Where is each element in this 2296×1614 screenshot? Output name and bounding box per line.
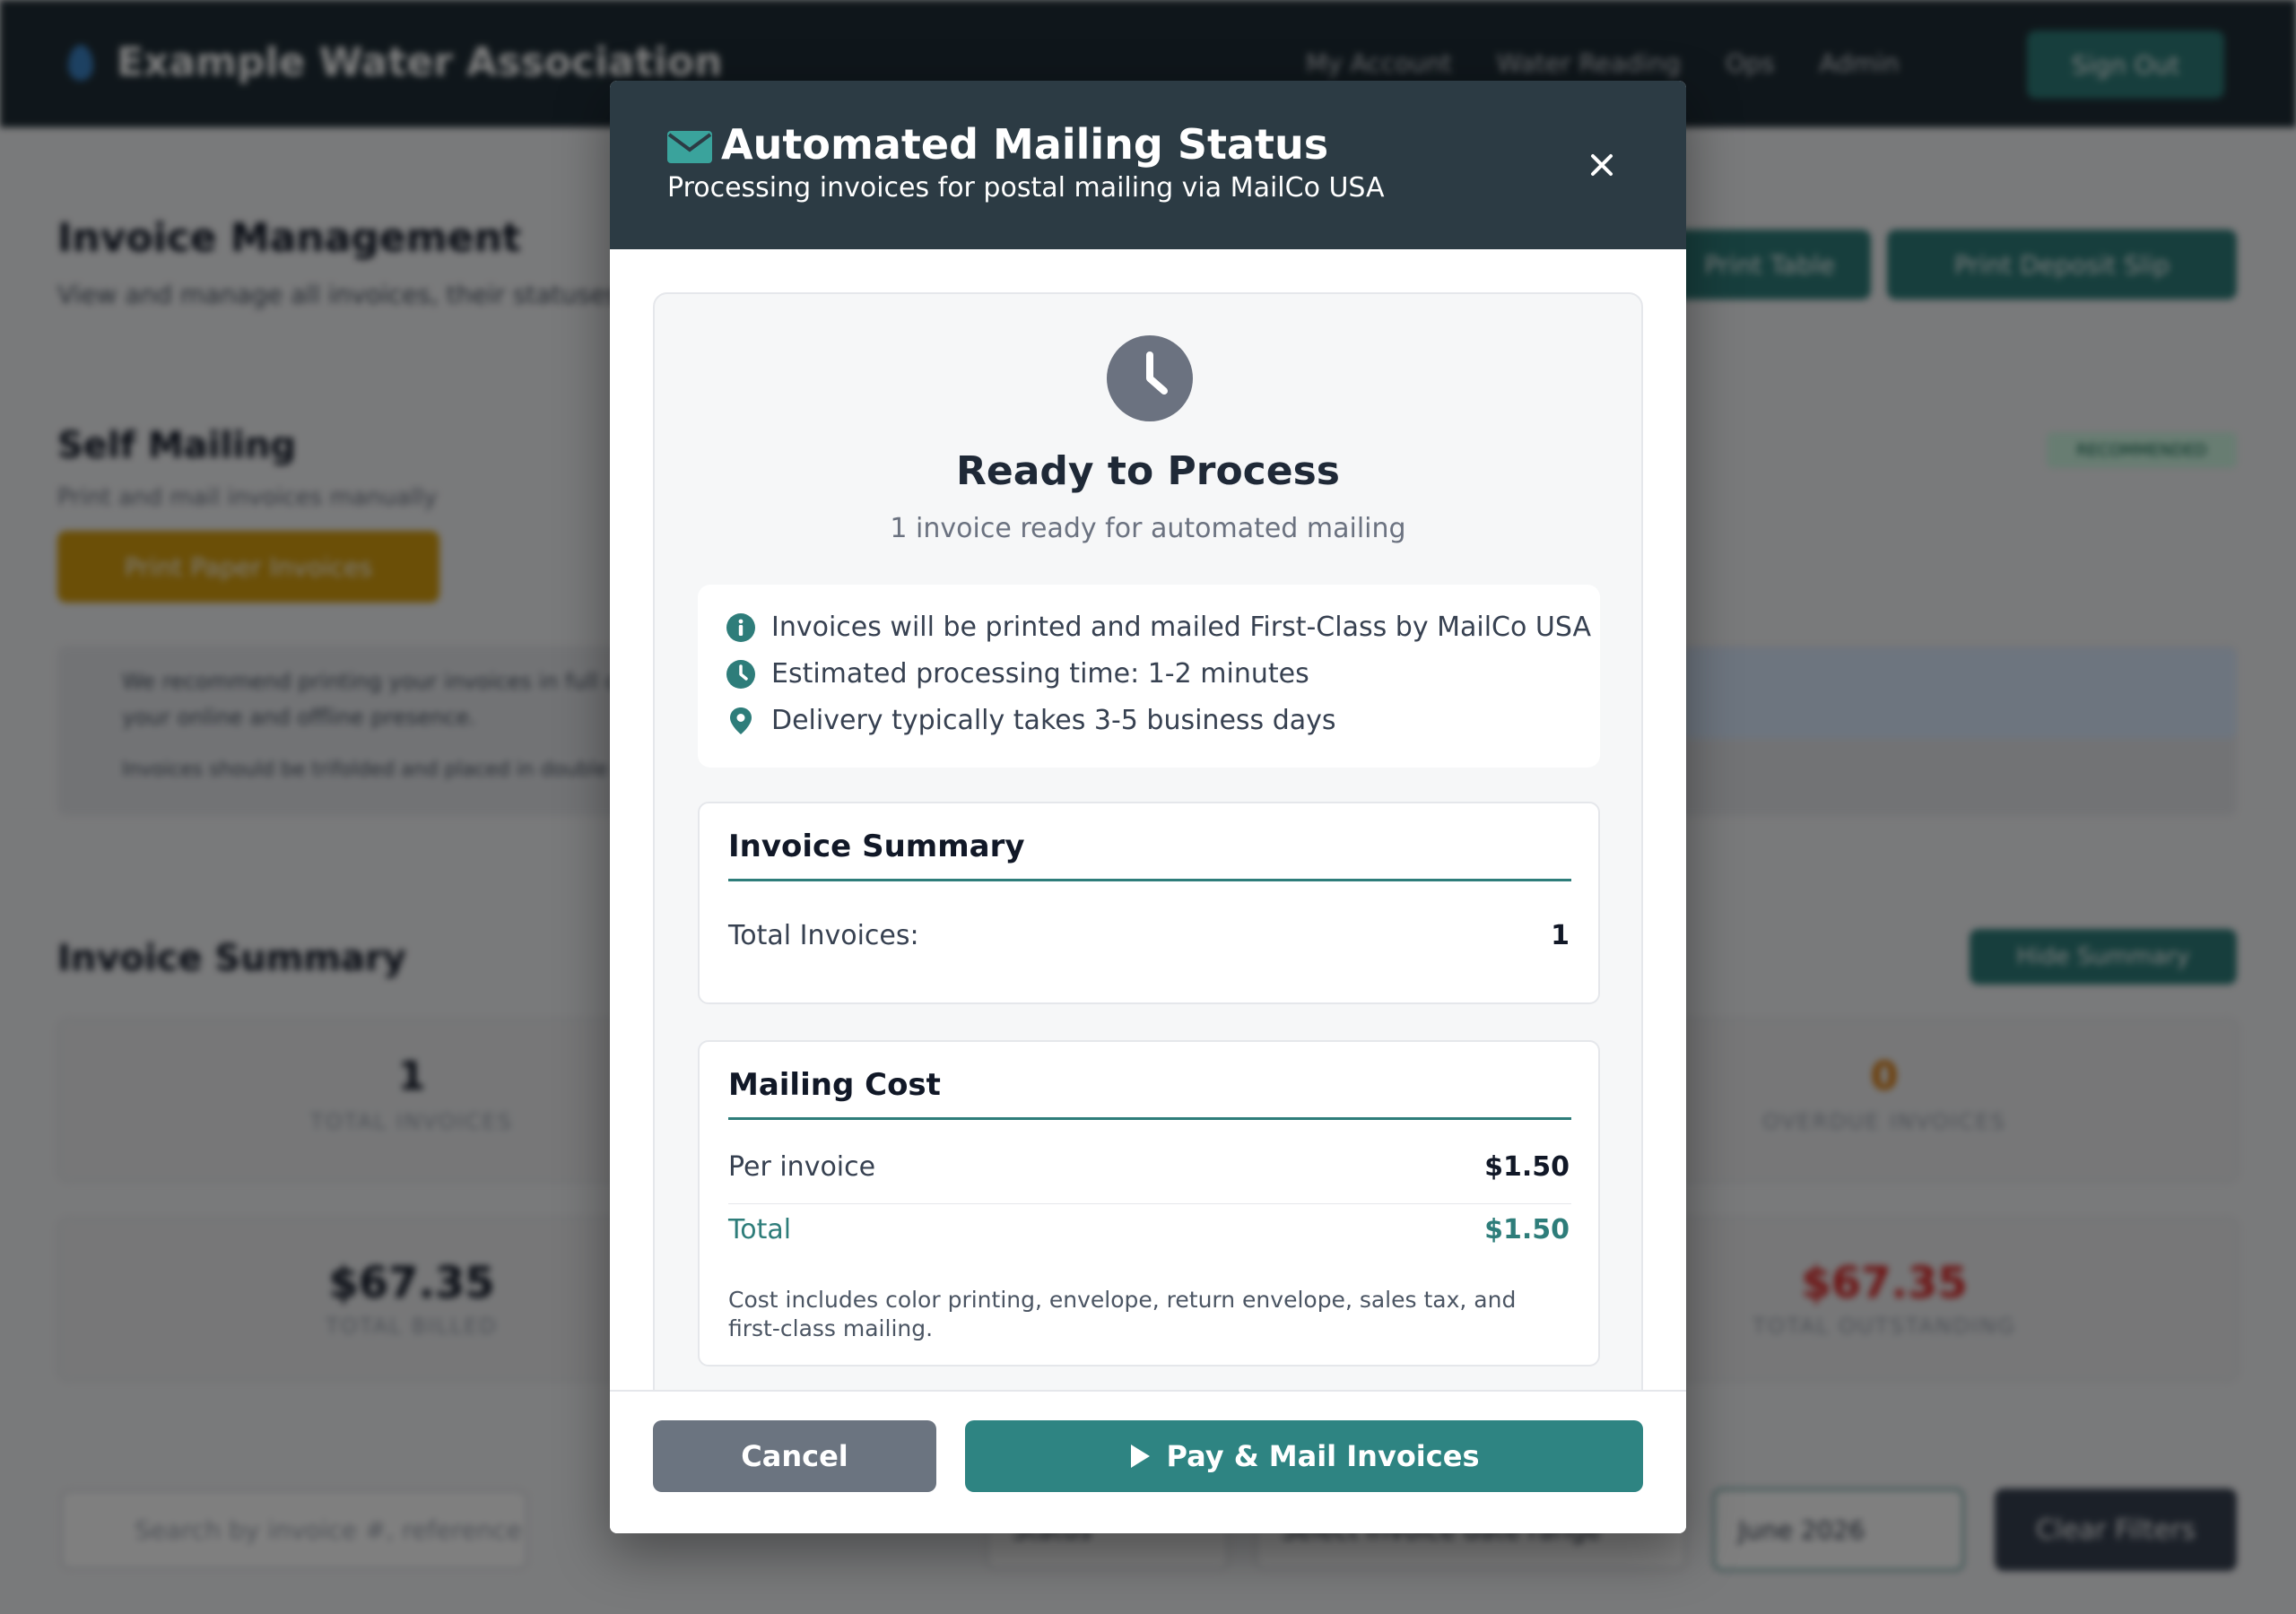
info-bullet: Invoices will be printed and mailed Firs… [726,612,1591,643]
panel-divider [728,879,1571,881]
status-card: Ready to Process 1 invoice ready for aut… [653,292,1643,1471]
per-invoice-value: $1.50 [1484,1151,1570,1183]
automated-mailing-modal: Automated Mailing Status Processing invo… [610,81,1686,1533]
clock-icon [726,659,755,689]
modal-footer: Cancel Pay & Mail Invoices [610,1390,1686,1533]
envelope-icon [667,131,712,163]
panel-divider [728,1117,1571,1120]
bullet-text: Delivery typically takes 3-5 business da… [771,705,1336,736]
map-pin-icon [730,707,752,734]
clock-icon [1107,335,1193,421]
status-title: Ready to Process [956,448,1340,494]
modal-subtitle: Processing invoices for postal mailing v… [667,172,1385,204]
close-icon [1591,154,1613,176]
per-invoice-label: Per invoice [728,1151,876,1183]
bullet-text: Invoices will be printed and mailed Firs… [771,612,1591,643]
total-cost-label: Total [728,1214,792,1245]
modal-body[interactable]: Ready to Process 1 invoice ready for aut… [610,249,1686,1471]
total-cost-value: $1.50 [1484,1214,1570,1245]
total-invoices-value: 1 [1551,920,1570,951]
panel-title: Invoice Summary [728,829,1025,864]
cancel-button[interactable]: Cancel [653,1420,936,1492]
row-divider [728,1203,1571,1204]
invoice-summary-panel: Invoice Summary Total Invoices: 1 [698,802,1600,1004]
mailing-cost-panel: Mailing Cost Per invoice $1.50 Total $1.… [698,1040,1600,1367]
panel-title: Mailing Cost [728,1067,941,1103]
close-button[interactable] [1582,145,1622,185]
pay-button-label: Pay & Mail Invoices [1166,1439,1480,1473]
mailing-info-list: Invoices will be printed and mailed Firs… [698,585,1600,768]
time-bullet: Estimated processing time: 1-2 minutes [726,658,1309,690]
delivery-bullet: Delivery typically takes 3-5 business da… [726,705,1336,736]
cost-note: Cost includes color printing, envelope, … [728,1287,1517,1341]
info-circle-icon [726,612,755,642]
pay-and-mail-button[interactable]: Pay & Mail Invoices [965,1420,1643,1492]
status-subtitle: 1 invoice ready for automated mailing [890,513,1406,544]
modal-header: Automated Mailing Status Processing invo… [610,81,1686,249]
play-icon [1130,1445,1150,1468]
bullet-text: Estimated processing time: 1-2 minutes [771,658,1309,690]
modal-title: Automated Mailing Status [721,120,1329,169]
total-invoices-label: Total Invoices: [728,920,919,951]
